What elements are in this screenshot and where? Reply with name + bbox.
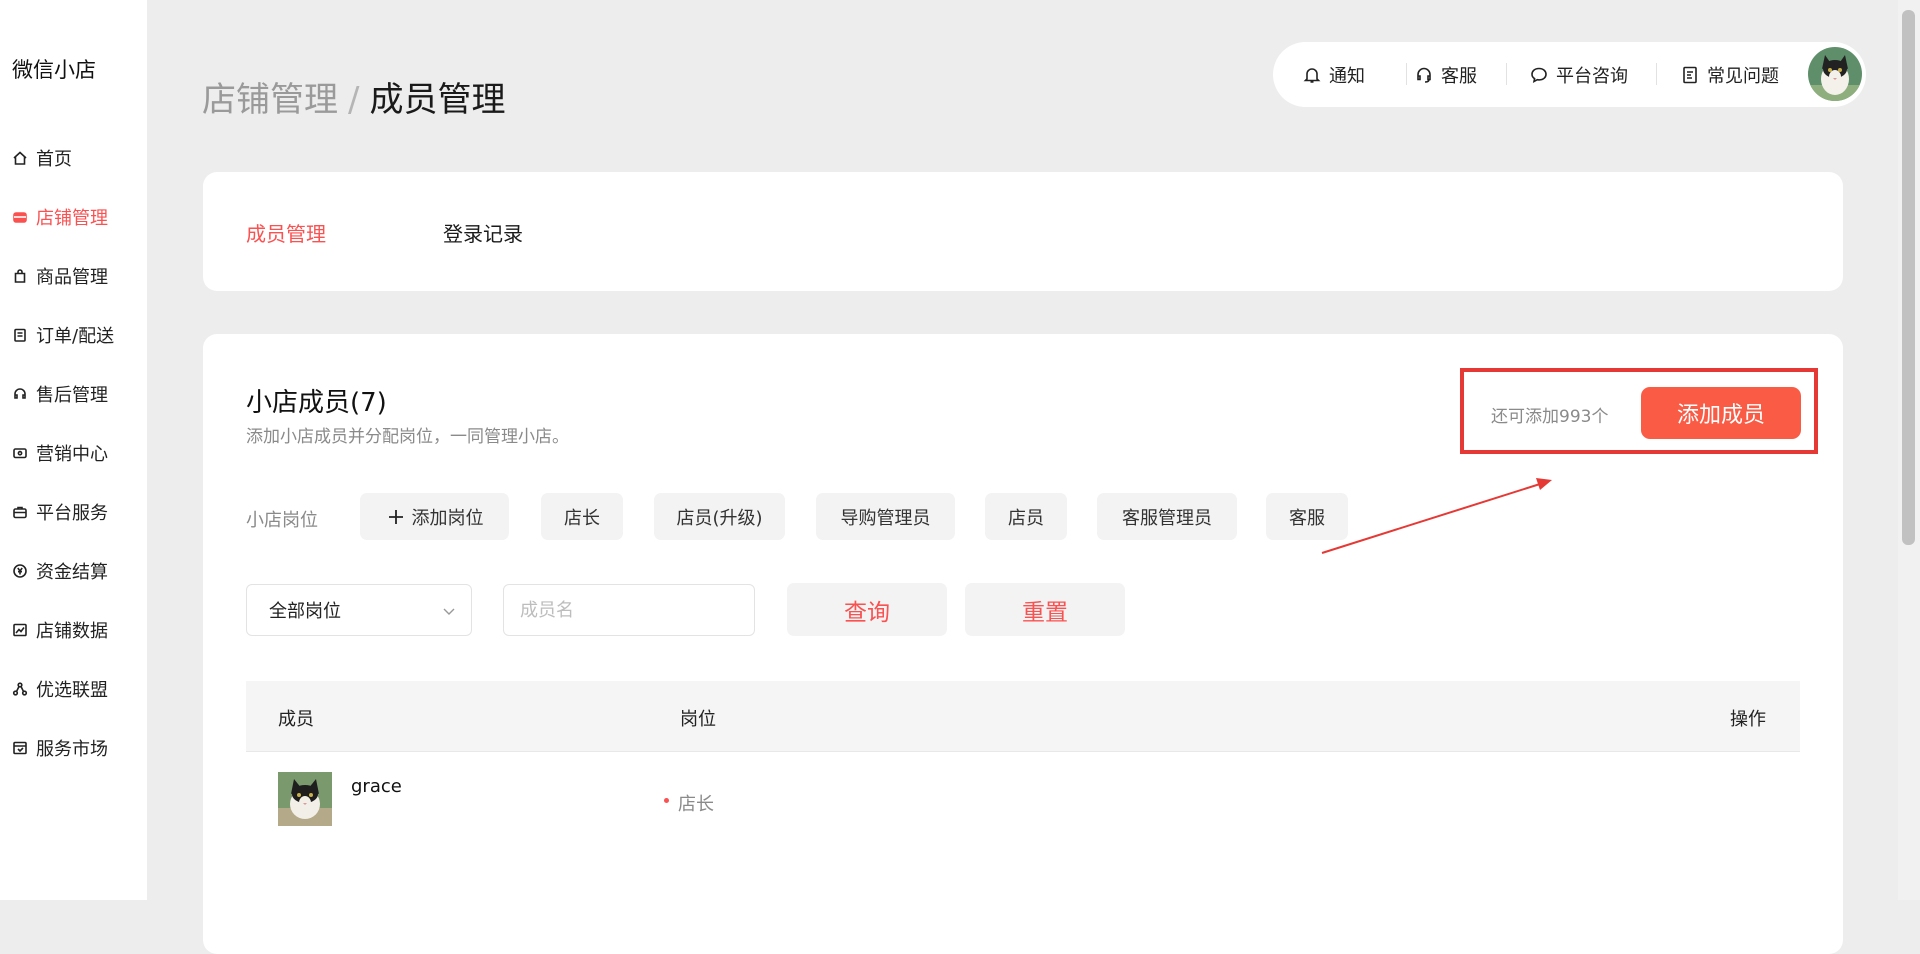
sidebar: 微信小店 首页 店铺管理 商品管理 订单/配送 售后管理 营销中心 平台服务 资… xyxy=(0,0,147,900)
column-member: 成员 xyxy=(278,709,314,730)
headset-icon xyxy=(1417,67,1431,83)
chat-bubble-icon xyxy=(1531,67,1547,84)
chevron-down-icon xyxy=(443,608,455,615)
remaining-count: 还可添加993个 xyxy=(1491,407,1609,427)
market-icon xyxy=(12,740,32,756)
tab-member-management[interactable]: 成员管理 xyxy=(246,218,326,247)
chart-icon xyxy=(12,622,32,638)
page-title: 店铺管理 / 成员管理 xyxy=(202,72,505,121)
column-action: 操作 xyxy=(1730,709,1766,730)
sidebar-item-home[interactable]: 首页 xyxy=(0,128,147,187)
role-chip[interactable]: 客服 xyxy=(1266,493,1348,540)
yen-icon xyxy=(12,563,32,579)
members-title: 小店成员(7) xyxy=(246,388,387,418)
briefcase-icon xyxy=(12,504,32,520)
member-name: grace xyxy=(351,776,402,797)
sidebar-item-label: 店铺数据 xyxy=(36,620,108,642)
sidebar-item-label: 首页 xyxy=(36,148,72,170)
role-filter-select[interactable]: 全部岗位 xyxy=(246,584,472,636)
members-description: 添加小店成员并分配岗位，一同管理小店。 xyxy=(246,427,569,447)
role-chip[interactable]: 店员 xyxy=(985,493,1067,540)
sidebar-item-marketing[interactable]: 营销中心 xyxy=(0,423,147,482)
home-icon xyxy=(12,150,32,166)
breadcrumb-parent[interactable]: 店铺管理 xyxy=(202,80,338,120)
sidebar-item-market[interactable]: 服务市场 xyxy=(0,718,147,777)
divider xyxy=(1406,63,1407,85)
headset-icon xyxy=(12,386,32,402)
member-role: 店长 xyxy=(678,794,714,815)
sidebar-item-label: 资金结算 xyxy=(36,561,108,583)
header-toolbar: 通知 客服 平台咨询 常见问题 xyxy=(1273,42,1866,107)
sidebar-item-products[interactable]: 商品管理 xyxy=(0,246,147,305)
document-icon xyxy=(1683,66,1697,84)
role-dot xyxy=(664,798,669,803)
member-avatar xyxy=(278,772,332,826)
order-icon xyxy=(12,327,32,343)
table-header: 成员 岗位 操作 xyxy=(246,681,1800,752)
bag-icon xyxy=(12,268,32,284)
faq-label: 常见问题 xyxy=(1707,66,1779,87)
sidebar-item-platform[interactable]: 平台服务 xyxy=(0,482,147,541)
consult-button[interactable]: 平台咨询 xyxy=(1529,62,1628,88)
brand-title: 微信小店 xyxy=(12,58,96,82)
roles-label: 小店岗位 xyxy=(246,510,318,531)
table-row: grace 店长 xyxy=(246,752,1800,857)
tab-login-records[interactable]: 登录记录 xyxy=(443,218,523,247)
notify-label: 通知 xyxy=(1329,66,1365,87)
sidebar-item-store[interactable]: 店铺管理 xyxy=(0,187,147,246)
sidebar-item-label: 优选联盟 xyxy=(36,679,108,701)
divider xyxy=(1656,63,1657,85)
member-name-input[interactable] xyxy=(503,584,755,636)
role-chip[interactable]: 导购管理员 xyxy=(816,493,955,540)
add-role-button[interactable]: 添加岗位 xyxy=(360,493,509,540)
sidebar-nav: 首页 店铺管理 商品管理 订单/配送 售后管理 营销中心 平台服务 资金结算 店… xyxy=(0,128,147,777)
add-member-button[interactable]: 添加成员 xyxy=(1641,387,1801,439)
query-button[interactable]: 查询 xyxy=(787,583,947,636)
sidebar-item-aftersale[interactable]: 售后管理 xyxy=(0,364,147,423)
members-card: 小店成员(7) 添加小店成员并分配岗位，一同管理小店。 还可添加993个 添加成… xyxy=(203,334,1843,954)
cat-avatar-image xyxy=(278,772,332,826)
sidebar-item-label: 服务市场 xyxy=(36,738,108,760)
role-filter-value: 全部岗位 xyxy=(269,601,341,622)
sidebar-item-orders[interactable]: 订单/配送 xyxy=(0,305,147,364)
sidebar-item-label: 营销中心 xyxy=(36,443,108,465)
sidebar-item-label: 平台服务 xyxy=(36,502,108,524)
faq-button[interactable]: 常见问题 xyxy=(1680,62,1779,88)
tabs-card: 成员管理 登录记录 xyxy=(203,172,1843,291)
service-button[interactable]: 客服 xyxy=(1414,62,1477,88)
plus-icon xyxy=(388,509,403,524)
scrollbar[interactable] xyxy=(1898,0,1920,900)
sidebar-item-label: 商品管理 xyxy=(36,266,108,288)
role-chip[interactable]: 店长 xyxy=(541,493,623,540)
consult-label: 平台咨询 xyxy=(1556,66,1628,87)
sidebar-item-label: 店铺管理 xyxy=(36,207,108,229)
network-icon xyxy=(12,681,32,697)
sidebar-item-data[interactable]: 店铺数据 xyxy=(0,600,147,659)
ticket-icon xyxy=(12,445,32,461)
cat-avatar-image xyxy=(1808,47,1862,101)
role-chip[interactable]: 客服管理员 xyxy=(1097,493,1237,540)
user-avatar[interactable] xyxy=(1808,47,1862,101)
sidebar-item-alliance[interactable]: 优选联盟 xyxy=(0,659,147,718)
store-icon xyxy=(12,209,32,225)
role-chip[interactable]: 店员(升级) xyxy=(654,493,785,540)
breadcrumb-current: 成员管理 xyxy=(369,80,506,120)
divider xyxy=(1506,63,1507,85)
sidebar-item-label: 订单/配送 xyxy=(36,325,115,347)
sidebar-item-label: 售后管理 xyxy=(36,384,108,406)
bell-icon xyxy=(1303,68,1321,83)
sidebar-item-settlement[interactable]: 资金结算 xyxy=(0,541,147,600)
service-label: 客服 xyxy=(1441,66,1477,87)
reset-button[interactable]: 重置 xyxy=(965,583,1125,636)
breadcrumb-separator: / xyxy=(348,80,360,120)
column-role: 岗位 xyxy=(680,709,716,730)
notify-button[interactable]: 通知 xyxy=(1302,62,1365,88)
scrollbar-thumb[interactable] xyxy=(1902,10,1915,545)
add-role-label: 添加岗位 xyxy=(411,507,484,529)
